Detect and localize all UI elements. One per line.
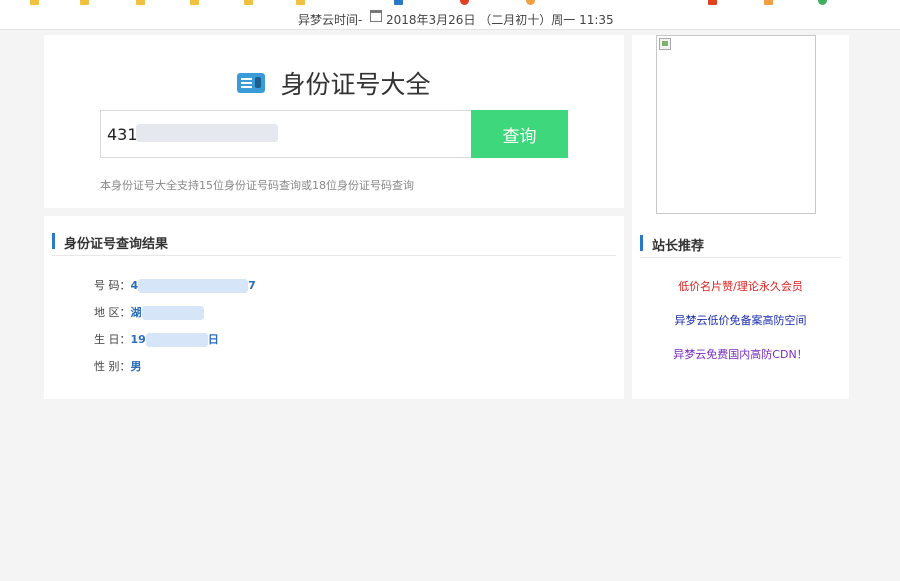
- result-heading: 身份证号查询结果: [64, 237, 169, 252]
- result-row-region: 地 区：湖: [94, 304, 204, 320]
- recommend-link-3[interactable]: 异梦云免费国内高防CDN！: [632, 346, 849, 362]
- bookmark-site-icon[interactable]: [394, 0, 403, 5]
- result-row-number: 号 码：4 7: [94, 277, 256, 293]
- redaction-mask: [136, 124, 278, 142]
- current-date-text: 2018年3月26日 （二月初十）周一 11:35: [386, 13, 614, 27]
- row-value-end: 日: [207, 333, 219, 346]
- broken-image-icon: [659, 38, 671, 50]
- query-button[interactable]: 查询: [471, 110, 568, 158]
- bookmark-folder-icon[interactable]: [136, 0, 145, 5]
- recommend-link-2[interactable]: 异梦云低价免备案高防空间: [632, 312, 849, 328]
- row-value-start: 男: [130, 360, 142, 373]
- result-panel: 身份证号查询结果 号 码：4 7 地 区：湖 生 日：19 日 性 别：男: [44, 216, 624, 399]
- result-row-gender: 性 别：男: [94, 358, 142, 374]
- bookmark-site-icon[interactable]: [818, 0, 827, 5]
- row-value-start: 湖: [130, 306, 142, 319]
- top-time-bar: 异梦云时间- 2018年3月26日 （二月初十）周一 11:35: [0, 6, 900, 30]
- bookmark-site-icon[interactable]: [526, 0, 535, 5]
- bookmark-folder-icon[interactable]: [190, 0, 199, 5]
- calendar-icon: [370, 10, 382, 22]
- section-accent-bar: [52, 233, 55, 249]
- ad-image-placeholder[interactable]: [656, 35, 816, 214]
- search-panel: 身份证号大全 查询 本身份证号大全支持15位身份证号码查询或18位身份证号码查询: [44, 35, 624, 208]
- time-label: 异梦云时间-: [298, 13, 363, 27]
- sidebar-heading: 站长推荐: [652, 239, 705, 254]
- row-value-start: 19: [130, 333, 146, 346]
- recommend-link-1[interactable]: 低价名片赞/理论永久会员: [632, 278, 849, 294]
- row-label: 号 码：: [94, 279, 131, 292]
- page-title-row: 身份证号大全: [44, 65, 624, 101]
- bookmark-site-icon[interactable]: [460, 0, 469, 5]
- row-value-start: 4: [130, 279, 139, 292]
- search-hint: 本身份证号大全支持15位身份证号码查询或18位身份证号码查询: [100, 179, 414, 192]
- bookmark-folder-icon[interactable]: [80, 0, 89, 5]
- sidebar-panel: 站长推荐 低价名片赞/理论永久会员 异梦云低价免备案高防空间 异梦云免费国内高防…: [632, 35, 849, 399]
- bookmark-site-icon[interactable]: [764, 0, 773, 5]
- result-row-birthday: 生 日：19 日: [94, 331, 219, 347]
- sidebar-section-header: 站长推荐: [640, 226, 841, 258]
- row-label: 性 别：: [94, 360, 131, 373]
- redaction-mask: [145, 333, 208, 347]
- redaction-mask: [141, 306, 204, 320]
- bookmark-folder-icon[interactable]: [296, 0, 305, 5]
- page-title: 身份证号大全: [280, 70, 431, 99]
- row-label: 地 区：: [94, 306, 131, 319]
- id-card-icon: [237, 73, 266, 93]
- bookmark-folder-icon[interactable]: [244, 0, 253, 5]
- row-value-end: 7: [248, 279, 256, 292]
- bookmark-folder-icon[interactable]: [30, 0, 39, 5]
- row-label: 生 日：: [94, 333, 131, 346]
- bookmark-site-icon[interactable]: [708, 0, 717, 5]
- section-accent-bar: [640, 235, 643, 251]
- redaction-mask: [138, 279, 249, 293]
- result-section-header: 身份证号查询结果: [52, 224, 616, 256]
